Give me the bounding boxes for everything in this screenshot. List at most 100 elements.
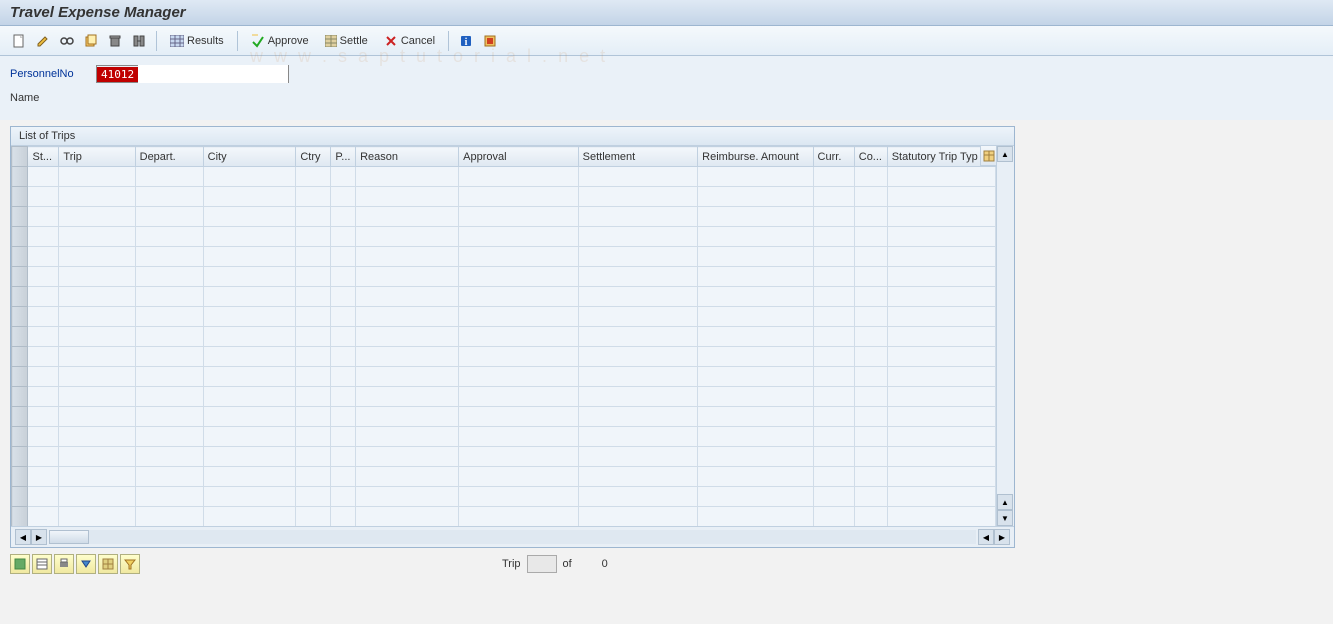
cell-p[interactable] xyxy=(331,447,356,467)
cell-co[interactable] xyxy=(854,387,887,407)
cell-ctry[interactable] xyxy=(296,367,331,387)
cell-ctry[interactable] xyxy=(296,427,331,447)
cell-reason[interactable] xyxy=(356,327,459,347)
table-row[interactable] xyxy=(12,187,996,207)
maintain-button[interactable] xyxy=(128,30,150,52)
results-button[interactable]: Results xyxy=(163,30,231,52)
cell-st[interactable] xyxy=(28,327,59,347)
cell-settlement[interactable] xyxy=(578,267,698,287)
cell-p[interactable] xyxy=(331,507,356,527)
cell-ctry[interactable] xyxy=(296,407,331,427)
cell-st[interactable] xyxy=(28,267,59,287)
cell-co[interactable] xyxy=(854,227,887,247)
table-row[interactable] xyxy=(12,287,996,307)
cell-trip[interactable] xyxy=(59,247,135,267)
cell-trip[interactable] xyxy=(59,347,135,367)
cell-depart[interactable] xyxy=(135,467,203,487)
cell-reimburse[interactable] xyxy=(698,407,813,427)
table-row[interactable] xyxy=(12,167,996,187)
cell-co[interactable] xyxy=(854,167,887,187)
cell-reimburse[interactable] xyxy=(698,387,813,407)
col-header-depart[interactable]: Depart. xyxy=(135,147,203,167)
cell-p[interactable] xyxy=(331,227,356,247)
cell-stat[interactable] xyxy=(887,367,995,387)
cell-p[interactable] xyxy=(331,387,356,407)
cell-reason[interactable] xyxy=(356,207,459,227)
row-selector[interactable] xyxy=(12,487,28,507)
cell-approval[interactable] xyxy=(459,467,579,487)
cell-stat[interactable] xyxy=(887,227,995,247)
copy-button[interactable] xyxy=(80,30,102,52)
cell-co[interactable] xyxy=(854,367,887,387)
cell-depart[interactable] xyxy=(135,207,203,227)
cell-ctry[interactable] xyxy=(296,487,331,507)
table-row[interactable] xyxy=(12,367,996,387)
cell-approval[interactable] xyxy=(459,507,579,527)
cell-reason[interactable] xyxy=(356,447,459,467)
cell-curr[interactable] xyxy=(813,207,854,227)
cell-city[interactable] xyxy=(203,327,296,347)
cell-trip[interactable] xyxy=(59,167,135,187)
cell-trip[interactable] xyxy=(59,467,135,487)
cell-stat[interactable] xyxy=(887,267,995,287)
table-row[interactable] xyxy=(12,267,996,287)
cell-trip[interactable] xyxy=(59,227,135,247)
cell-stat[interactable] xyxy=(887,347,995,367)
cell-stat[interactable] xyxy=(887,507,995,527)
cell-stat[interactable] xyxy=(887,307,995,327)
cell-city[interactable] xyxy=(203,507,296,527)
cell-city[interactable] xyxy=(203,167,296,187)
cell-city[interactable] xyxy=(203,247,296,267)
cell-city[interactable] xyxy=(203,267,296,287)
cell-approval[interactable] xyxy=(459,227,579,247)
display-button[interactable] xyxy=(56,30,78,52)
cell-approval[interactable] xyxy=(459,267,579,287)
hscroll-track[interactable] xyxy=(49,530,976,544)
cell-reason[interactable] xyxy=(356,247,459,267)
col-header-reimburse[interactable]: Reimburse. Amount xyxy=(698,147,813,167)
cell-p[interactable] xyxy=(331,427,356,447)
cell-trip[interactable] xyxy=(59,327,135,347)
cell-approval[interactable] xyxy=(459,167,579,187)
row-selector[interactable] xyxy=(12,307,28,327)
cell-curr[interactable] xyxy=(813,187,854,207)
col-header-approval[interactable]: Approval xyxy=(459,147,579,167)
cell-approval[interactable] xyxy=(459,487,579,507)
scroll-up-button[interactable]: ▲ xyxy=(997,146,1013,162)
cell-curr[interactable] xyxy=(813,447,854,467)
cell-st[interactable] xyxy=(28,367,59,387)
cell-reimburse[interactable] xyxy=(698,247,813,267)
scroll-right-button[interactable]: ▶ xyxy=(994,529,1010,545)
table-row[interactable] xyxy=(12,467,996,487)
cell-depart[interactable] xyxy=(135,187,203,207)
cell-approval[interactable] xyxy=(459,407,579,427)
cell-curr[interactable] xyxy=(813,247,854,267)
col-header-st[interactable]: St... xyxy=(28,147,59,167)
cell-reimburse[interactable] xyxy=(698,487,813,507)
cell-city[interactable] xyxy=(203,207,296,227)
cell-co[interactable] xyxy=(854,467,887,487)
info-button[interactable]: i xyxy=(455,30,477,52)
table-row[interactable] xyxy=(12,207,996,227)
cell-p[interactable] xyxy=(331,307,356,327)
cell-settlement[interactable] xyxy=(578,247,698,267)
cell-reason[interactable] xyxy=(356,387,459,407)
row-selector[interactable] xyxy=(12,167,28,187)
cell-p[interactable] xyxy=(331,287,356,307)
cell-co[interactable] xyxy=(854,447,887,467)
create-button[interactable] xyxy=(8,30,30,52)
table-row[interactable] xyxy=(12,447,996,467)
cell-reason[interactable] xyxy=(356,347,459,367)
cell-settlement[interactable] xyxy=(578,467,698,487)
cell-co[interactable] xyxy=(854,267,887,287)
cell-settlement[interactable] xyxy=(578,307,698,327)
cell-curr[interactable] xyxy=(813,227,854,247)
cell-reimburse[interactable] xyxy=(698,327,813,347)
cell-stat[interactable] xyxy=(887,427,995,447)
cell-stat[interactable] xyxy=(887,287,995,307)
cell-depart[interactable] xyxy=(135,247,203,267)
cell-p[interactable] xyxy=(331,207,356,227)
cell-stat[interactable] xyxy=(887,247,995,267)
cell-reason[interactable] xyxy=(356,187,459,207)
cell-settlement[interactable] xyxy=(578,427,698,447)
